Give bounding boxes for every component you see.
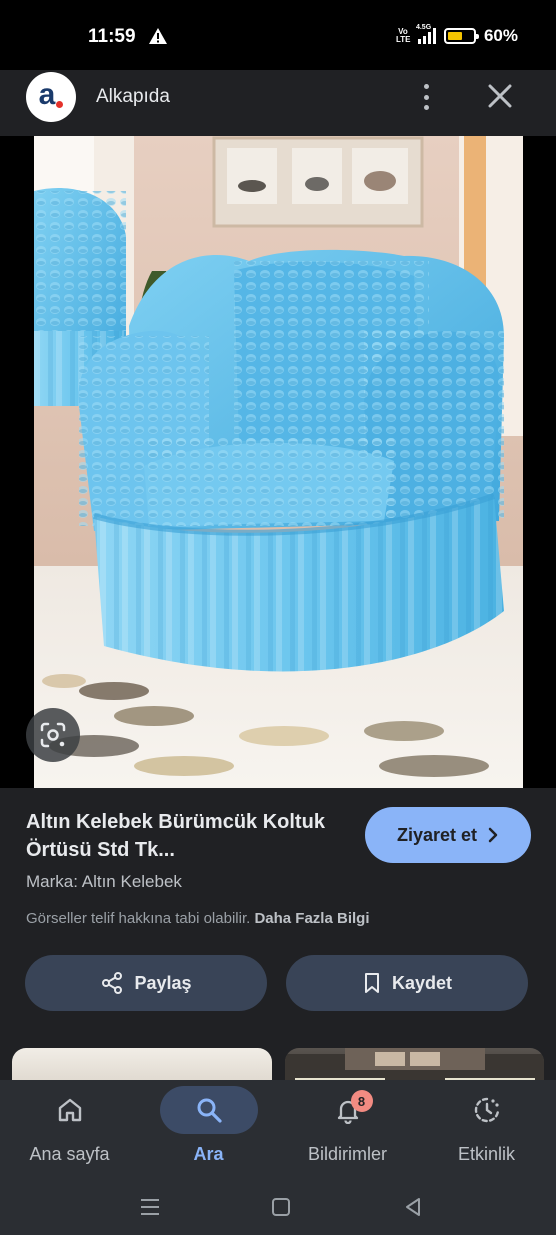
search-icon — [197, 1098, 222, 1123]
share-label: Paylaş — [134, 972, 192, 993]
viewer-header: a Alkapıda — [0, 70, 556, 136]
notification-badge: 8 — [350, 1090, 373, 1112]
bookmark-icon — [364, 973, 379, 993]
nav-label: Ara — [193, 1144, 224, 1164]
warning-icon — [149, 28, 167, 44]
more-vert-icon[interactable] — [414, 82, 438, 112]
system-navigation-bar — [0, 1182, 556, 1235]
save-label: Kaydet — [391, 972, 453, 993]
copyright-text: Görseller telif hakkına tabi olabilir. — [26, 910, 251, 927]
nav-activity[interactable]: Etkinlik — [417, 1086, 556, 1176]
share-icon — [102, 972, 123, 994]
site-logo[interactable]: a — [26, 72, 76, 122]
site-name[interactable]: Alkapıda — [96, 86, 170, 108]
save-button[interactable]: Kaydet — [286, 955, 528, 1011]
more-info-link[interactable]: Daha Fazla Bilgi — [254, 910, 369, 927]
bottom-navigation: Ana sayfa Ara 8 Bildirimler Etkinlik — [0, 1080, 556, 1182]
visit-label: Ziyaret et — [396, 824, 478, 845]
status-time: 11:59 — [88, 26, 136, 47]
nav-home[interactable]: Ana sayfa — [0, 1086, 139, 1176]
status-indicators: Vo LTE 4.5G 60% — [395, 24, 518, 46]
battery-icon — [443, 28, 479, 44]
nav-icon-container — [159, 1086, 258, 1134]
home-icon — [58, 1098, 81, 1122]
nav-icon-container: 8 — [299, 1086, 397, 1134]
menu-icon — [141, 1199, 159, 1215]
network-type: 4.5G — [415, 24, 432, 31]
nav-icon-container — [438, 1086, 536, 1134]
nav-icon-container — [21, 1086, 119, 1134]
logo-dot — [56, 100, 64, 108]
copyright-notice: Görseller telif hakkına tabi olabilir. D… — [26, 910, 369, 927]
logo-letter: a — [38, 78, 56, 111]
google-lens-icon — [40, 722, 66, 748]
nav-label: Etkinlik — [457, 1144, 515, 1164]
status-bar: 11:59 Vo LTE 4.5G 60% — [0, 0, 556, 70]
square-icon — [272, 1198, 290, 1216]
battery-fill — [447, 32, 463, 40]
nav-search[interactable]: Ara — [139, 1086, 278, 1176]
product-image[interactable] — [34, 136, 523, 788]
close-icon[interactable] — [486, 82, 514, 110]
nav-label: Bildirimler — [307, 1144, 387, 1164]
activity-icon — [474, 1097, 499, 1123]
lens-button[interactable] — [26, 708, 80, 762]
back-button[interactable] — [398, 1192, 428, 1222]
volte-icon: Vo LTE — [395, 27, 411, 44]
info-panel: Altın Kelebek Bürümcük Koltuk Örtüsü Std… — [0, 788, 556, 1088]
share-button[interactable]: Paylaş — [25, 955, 267, 1011]
chevron-right-icon — [488, 827, 498, 843]
image-viewer — [0, 136, 556, 788]
nav-label: Ana sayfa — [29, 1144, 110, 1164]
visit-button[interactable]: Ziyaret et — [365, 807, 531, 863]
signal-icon: 4.5G — [416, 24, 436, 44]
product-title[interactable]: Altın Kelebek Bürümcük Koltuk Örtüsü Std… — [26, 808, 326, 864]
back-triangle-icon — [406, 1198, 420, 1216]
home-button[interactable] — [266, 1192, 296, 1222]
nav-notifications[interactable]: 8 Bildirimler — [278, 1086, 417, 1176]
brand-label: Marka: Altın Kelebek — [26, 872, 182, 891]
battery-percent: 60% — [483, 26, 518, 45]
recents-button[interactable] — [135, 1192, 165, 1222]
